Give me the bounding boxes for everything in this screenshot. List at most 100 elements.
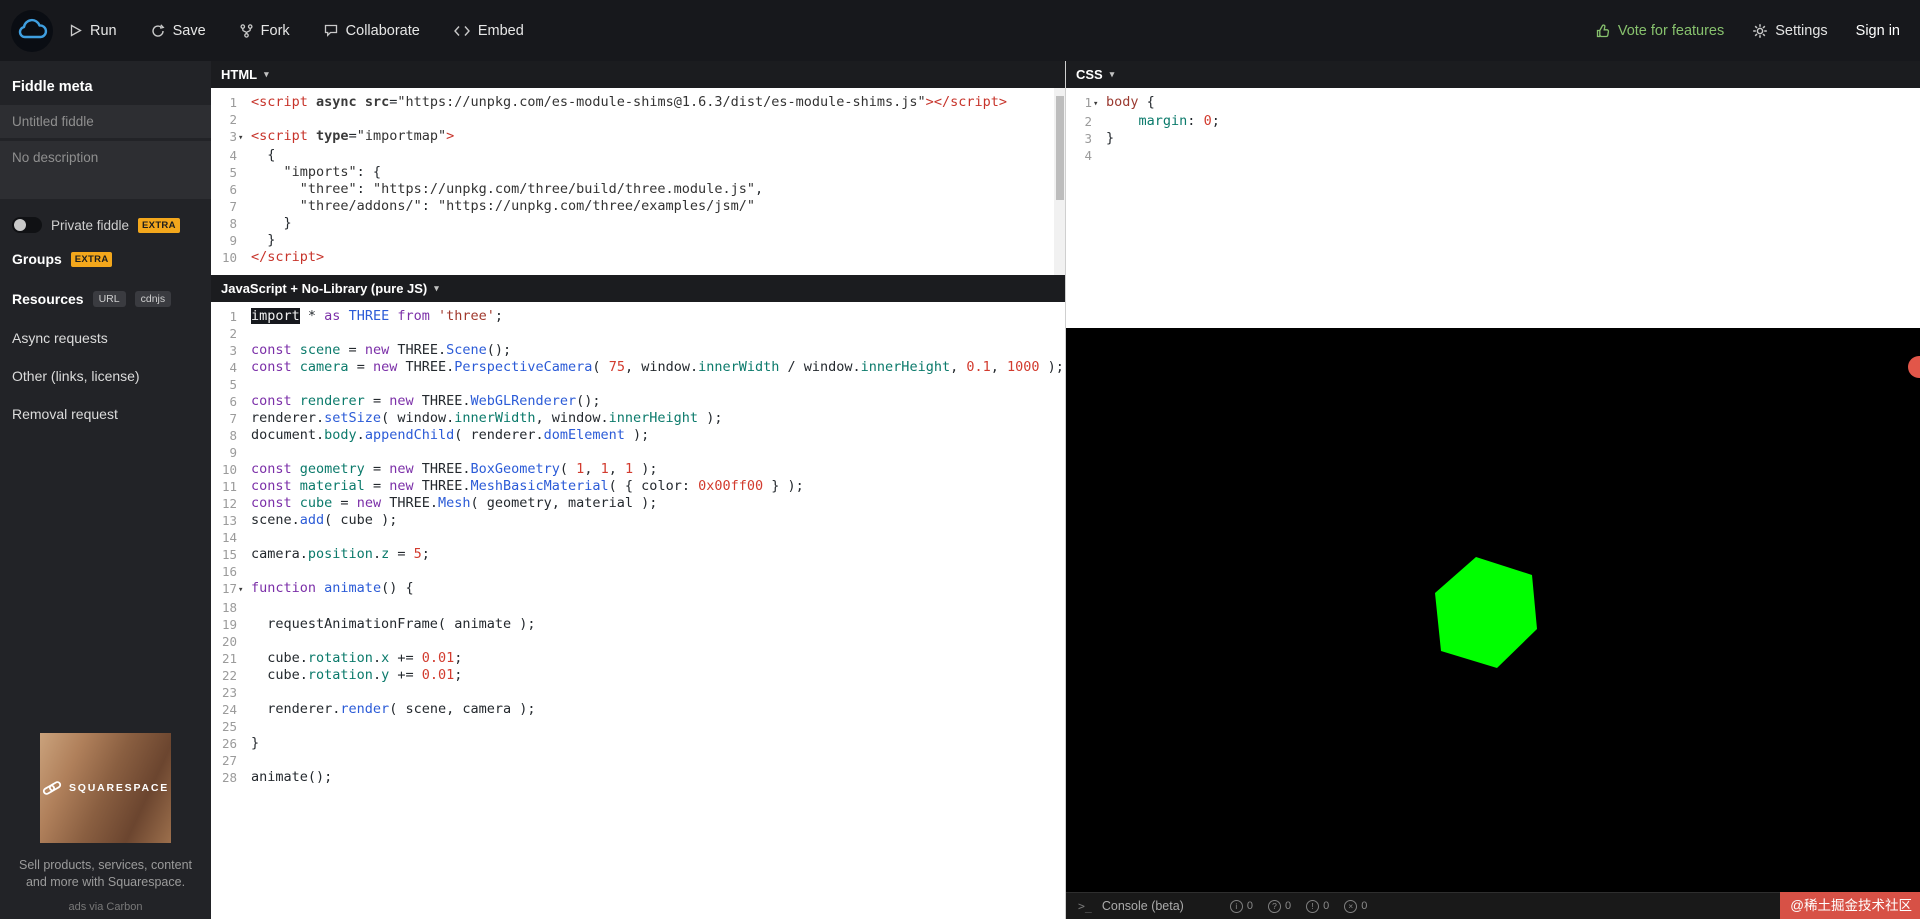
sidebar-item-resources[interactable]: Resources URL cdnjs [0, 279, 211, 319]
code-line[interactable]: 3 const scene = new THREE.Scene(); [211, 342, 1065, 359]
run-button[interactable]: Run [70, 23, 117, 39]
code-line[interactable]: 27 [211, 752, 1065, 769]
jsfiddle-app: Run Save Fork Collaborate Embed Vote for… [0, 0, 1920, 919]
code-line[interactable]: 9 } [211, 232, 1065, 249]
code-token: ( { color: [608, 478, 699, 494]
code-line[interactable]: 6 "three": "https://unpkg.com/three/buil… [211, 181, 1065, 198]
css-panel-header[interactable]: CSS ▾ [1066, 61, 1920, 88]
fold-arrow-icon[interactable]: ▾ [1093, 96, 1106, 113]
floating-badge[interactable] [1908, 356, 1920, 378]
code-line[interactable]: 13 scene.add( cube ); [211, 512, 1065, 529]
console-count: 0 [1246, 900, 1253, 912]
code-line[interactable]: 23 [211, 684, 1065, 701]
code-line[interactable]: 3} [1066, 130, 1920, 147]
code-line[interactable]: 3 ▾ <script type="importmap"> [211, 128, 1065, 147]
fiddle-title-input[interactable] [0, 105, 211, 138]
code-line[interactable]: 5 "imports": { [211, 164, 1065, 181]
code-token: 75 [608, 359, 625, 375]
scrollbar-thumb[interactable] [1055, 96, 1064, 200]
code-line[interactable]: 2 margin: 0; [1066, 113, 1920, 130]
collaborate-button[interactable]: Collaborate [324, 23, 420, 39]
settings-button[interactable]: Settings [1752, 23, 1828, 39]
code-line[interactable]: 10 </script> [211, 249, 1065, 266]
code-token: cube. [251, 667, 308, 683]
console-counter[interactable]: ! 0 [1306, 899, 1329, 913]
code-line[interactable]: 2 [211, 111, 1065, 128]
sidebar-item-removal-request[interactable]: Removal request [0, 395, 211, 433]
line-number: 13 [221, 513, 237, 528]
code-token: = [340, 342, 365, 358]
code-line[interactable]: 10 const geometry = new THREE.BoxGeometry… [211, 461, 1065, 478]
ad-attribution[interactable]: ads via Carbon [0, 901, 211, 913]
console-counter[interactable]: i0 [1229, 899, 1253, 913]
cdnjs-badge[interactable]: cdnjs [134, 291, 172, 307]
embed-button[interactable]: Embed [453, 23, 524, 39]
code-line[interactable]: 20 [211, 633, 1065, 650]
code-line[interactable]: 26} [211, 735, 1065, 752]
chevron-down-icon: ▾ [1109, 69, 1115, 79]
code-line[interactable]: 9 [211, 444, 1065, 461]
html-editor[interactable]: 1 <script async src="https://unpkg.com/es… [211, 88, 1065, 266]
console-counter[interactable]: ? 0 [1267, 899, 1291, 913]
line-number: 4 [229, 360, 237, 375]
console-counter[interactable]: × 0 [1344, 899, 1367, 913]
jsfiddle-logo[interactable] [10, 9, 54, 53]
code-line[interactable]: 21 cube.rotation.x += 0.01; [211, 650, 1065, 667]
private-fiddle-toggle[interactable] [12, 217, 42, 233]
javascript-editor[interactable]: 1 import * as THREE from 'three'; 2 3 const … [211, 302, 1065, 786]
fold-arrow-icon[interactable]: ▾ [238, 582, 251, 599]
code-line[interactable]: 7 "three/addons/": "https://unpkg.com/th… [211, 198, 1065, 215]
code-line[interactable]: 5 [211, 376, 1065, 393]
code-line[interactable]: 17 ▾ function animate() { [211, 580, 1065, 599]
code-line[interactable]: 7 renderer.setSize( window.innerWidth, wi… [211, 410, 1065, 427]
code-line[interactable]: 16 [211, 563, 1065, 580]
code-text: ▾ body { [1093, 94, 1155, 113]
code-line[interactable]: 24 renderer.render( scene, camera ); [211, 701, 1065, 718]
fiddle-description-input[interactable] [0, 141, 211, 199]
code-line[interactable]: 8 } [211, 215, 1065, 232]
sign-in-link[interactable]: Sign in [1856, 23, 1900, 39]
save-button[interactable]: Save [151, 23, 206, 39]
code-line[interactable]: 11 const material = new THREE.MeshBasicMa… [211, 478, 1065, 495]
code-line[interactable]: 1 <script async src="https://unpkg.com/es… [211, 94, 1065, 111]
fork-button[interactable]: Fork [240, 23, 290, 39]
code-line[interactable]: 25 [211, 718, 1065, 735]
code-line[interactable]: 14 [211, 529, 1065, 546]
javascript-panel-header[interactable]: JavaScript + No-Library (pure JS) ▾ [211, 275, 1065, 302]
line-number: 18 [221, 600, 237, 615]
code-line[interactable]: 8 document.body.appendChild( renderer.dom… [211, 427, 1065, 444]
code-line[interactable]: 2 [211, 325, 1065, 342]
code-line[interactable]: 19 requestAnimationFrame( animate ); [211, 616, 1065, 633]
sidebar-item-async-requests[interactable]: Async requests [0, 319, 211, 357]
code-line[interactable]: 12 const cube = new THREE.Mesh( geometry,… [211, 495, 1065, 512]
code-line[interactable]: 4 { [211, 147, 1065, 164]
css-panel-title: CSS [1076, 67, 1103, 82]
code-text: renderer.setSize( window.innerWidth, win… [251, 410, 722, 427]
code-line[interactable]: 28 animate(); [211, 769, 1065, 786]
threejs-cube [1435, 557, 1537, 668]
css-editor[interactable]: 1 ▾ body {2 margin: 0; 3} 4 [1066, 88, 1920, 164]
line-number: 2 [229, 326, 237, 341]
html-panel-header[interactable]: HTML ▾ [211, 61, 1065, 88]
vote-for-features-link[interactable]: Vote for features [1596, 23, 1724, 39]
fold-arrow-icon[interactable]: ▾ [238, 130, 251, 147]
html-editor-scrollbar[interactable] [1054, 88, 1065, 275]
code-line[interactable]: 15 camera.position.z = 5; [211, 546, 1065, 563]
code-token: } [251, 735, 260, 751]
code-token: = [364, 461, 390, 477]
code-token: = [364, 478, 390, 494]
code-line[interactable]: 4 const camera = new THREE.PerspectiveCam… [211, 359, 1065, 376]
code-token: const [251, 393, 292, 409]
sidebar-item-groups[interactable]: Groups EXTRA [0, 239, 211, 279]
code-line[interactable]: 1 import * as THREE from 'three'; [211, 308, 1065, 325]
sidebar-item-other-links-license[interactable]: Other (links, license) [0, 357, 211, 395]
ad-image[interactable]: SQUARESPACE [40, 733, 171, 844]
ad-text[interactable]: Sell products, services, content and mor… [17, 857, 195, 891]
line-number: 28 [221, 770, 237, 785]
code-line[interactable]: 6 const renderer = new THREE.WebGLRendere… [211, 393, 1065, 410]
url-badge[interactable]: URL [92, 291, 126, 307]
code-line[interactable]: 22 cube.rotation.y += 0.01; [211, 667, 1065, 684]
code-line[interactable]: 1 ▾ body { [1066, 94, 1920, 113]
code-line[interactable]: 18 [211, 599, 1065, 616]
code-line[interactable]: 4 [1066, 147, 1920, 164]
